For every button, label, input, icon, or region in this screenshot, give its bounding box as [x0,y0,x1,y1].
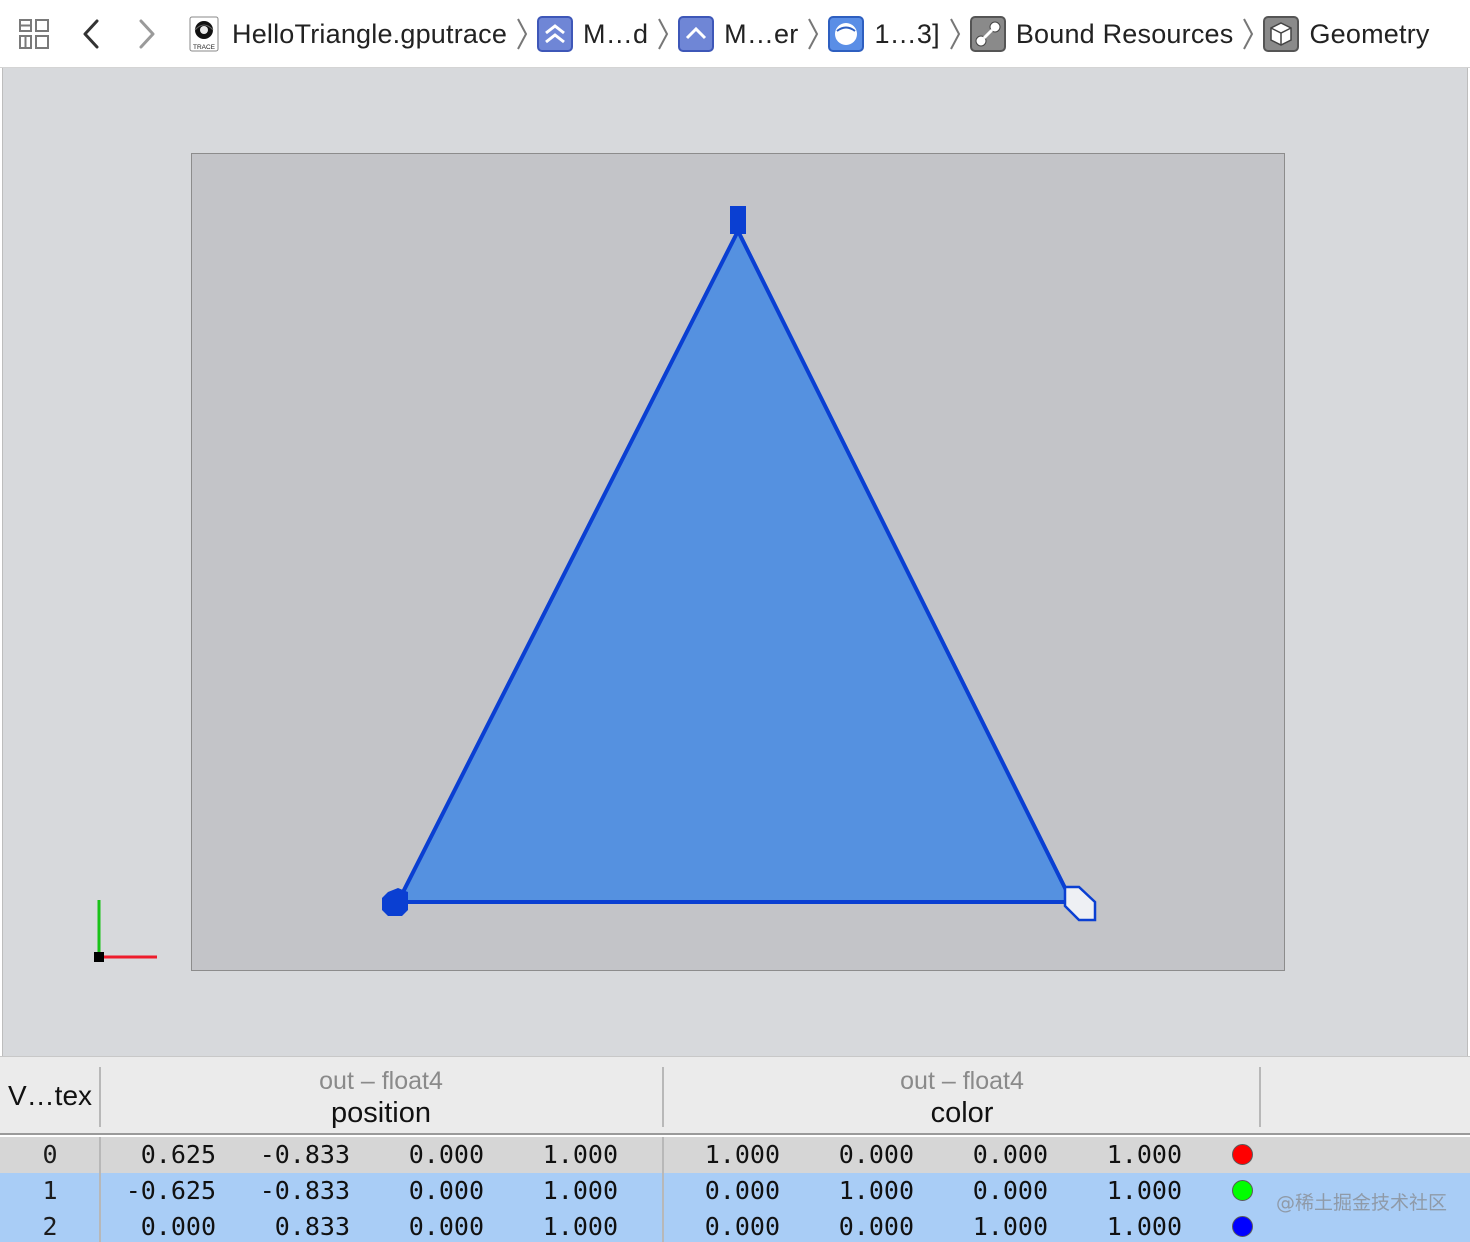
position-type-label: out – float4 [319,1067,443,1095]
column-divider [662,1137,664,1242]
axis-gizmo-icon [94,900,157,962]
color-b: 1.000 [972,1212,1048,1241]
color-column-header[interactable]: out – float4 color [664,1057,1260,1135]
triangle-canvas [382,206,1097,922]
chevron-right-icon [806,17,820,51]
color-swatch [1232,1216,1253,1237]
color-swatch [1232,1144,1253,1165]
position-w: 1.000 [542,1140,618,1169]
breadcrumb-bound-resources[interactable]: Bound Resources [969,16,1234,52]
breadcrumb-command-buffer[interactable]: M…d [537,16,648,52]
breadcrumb-draw-call[interactable]: 1…3] [828,16,940,52]
breadcrumb-label: M…er [724,18,799,49]
related-items-grid-icon[interactable] [14,14,54,54]
position-y: -0.833 [259,1176,350,1205]
column-divider [662,1067,664,1127]
geometry-viewer[interactable] [2,68,1468,1056]
geometry-viewport[interactable] [191,153,1285,971]
position-x: -0.625 [125,1176,216,1205]
table-row[interactable]: 0 0.625 -0.833 0.000 1.000 1.000 0.000 0… [0,1137,1470,1173]
watermark: @稀土掘金技术社区 [1276,1192,1448,1214]
color-g: 0.000 [838,1140,914,1169]
color-r: 0.000 [704,1176,780,1205]
column-divider [99,1067,101,1127]
color-a: 1.000 [1106,1212,1182,1241]
breadcrumb-gputrace[interactable]: TRACE HelloTriangle.gputrace [186,16,507,52]
vertex-index: 2 [42,1212,58,1241]
vertex-table: V…tex out – float4 position out – float4… [0,1056,1470,1242]
color-a: 1.000 [1106,1140,1182,1169]
position-w: 1.000 [542,1176,618,1205]
color-name-label: color [930,1097,994,1129]
breadcrumb-label: HelloTriangle.gputrace [232,18,508,49]
draw-call-icon [828,16,865,52]
color-swatch [1232,1180,1253,1201]
chevron-right-icon [948,17,962,51]
position-name-label: position [331,1097,431,1129]
vertex-column-header[interactable]: V…tex [0,1057,100,1135]
color-r: 0.000 [704,1212,780,1241]
color-g: 0.000 [838,1212,914,1241]
column-divider [99,1137,101,1242]
vertex-index: 1 [42,1176,58,1205]
table-header: V…tex out – float4 position out – float4… [0,1057,1470,1135]
position-x: 0.625 [140,1140,216,1169]
vertex-marker-2 [730,206,746,234]
breadcrumb-geometry[interactable]: Geometry [1263,16,1429,52]
table-row[interactable]: 1 -0.625 -0.833 0.000 1.000 0.000 1.000 … [0,1173,1470,1209]
color-g: 1.000 [838,1176,914,1205]
breadcrumb-label: Geometry [1309,18,1430,49]
column-divider [1259,1067,1261,1127]
breadcrumb: TRACE HelloTriangle.gputrace M…d M…er 1…… [186,0,1430,68]
color-a: 1.000 [1106,1176,1182,1205]
vertex-marker-1 [382,888,408,916]
position-w: 1.000 [542,1212,618,1241]
back-chevron-icon[interactable] [72,14,112,54]
chevron-right-icon [656,17,670,51]
position-y: 0.833 [274,1212,350,1241]
breadcrumb-label: Bound Resources [1015,18,1234,49]
render-encoder-icon [678,16,715,52]
svg-text:TRACE: TRACE [193,44,216,51]
forward-chevron-icon[interactable] [126,14,166,54]
position-x: 0.000 [140,1212,216,1241]
chevron-right-icon [1241,17,1255,51]
color-b: 0.000 [972,1140,1048,1169]
triangle-mesh [396,229,1074,904]
geometry-cube-icon [1263,16,1300,52]
chevron-right-icon [515,17,529,51]
vertex-marker-0 [1063,885,1097,922]
breadcrumb-label: 1…3] [874,18,940,49]
color-type-label: out – float4 [900,1067,1024,1095]
bound-resources-icon [969,16,1006,52]
color-r: 1.000 [704,1140,780,1169]
command-buffer-icon [537,16,574,52]
position-y: -0.833 [259,1140,350,1169]
table-row[interactable]: 2 0.000 0.833 0.000 1.000 0.000 0.000 1.… [0,1209,1470,1242]
color-b: 0.000 [972,1176,1048,1205]
position-column-header[interactable]: out – float4 position [100,1057,662,1135]
toolbar: TRACE HelloTriangle.gputrace M…d M…er 1…… [0,0,1470,68]
position-z: 0.000 [408,1140,484,1169]
position-z: 0.000 [408,1212,484,1241]
breadcrumb-label: M…d [583,18,649,49]
breadcrumb-render-encoder[interactable]: M…er [678,16,798,52]
vertex-index: 0 [42,1140,58,1169]
position-z: 0.000 [408,1176,484,1205]
gputrace-file-icon: TRACE [186,16,222,52]
